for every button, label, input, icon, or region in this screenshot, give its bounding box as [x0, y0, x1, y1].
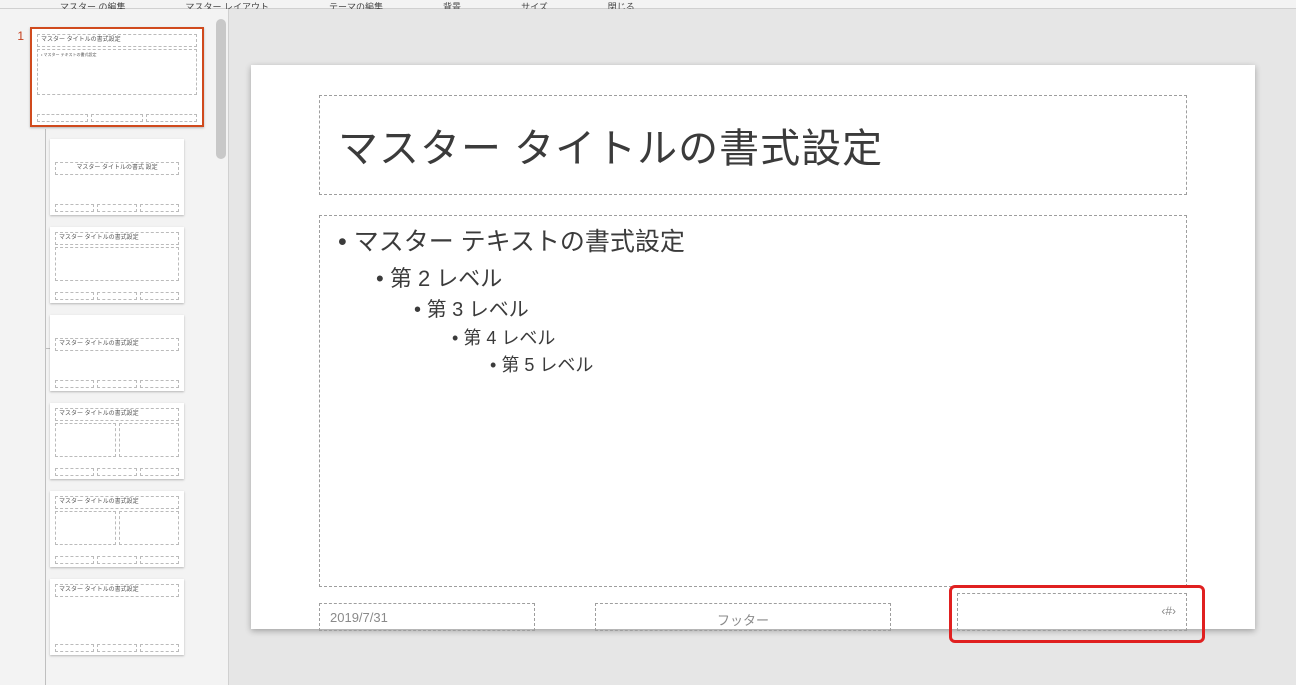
mini-footer-box — [97, 644, 136, 652]
body-level-4: 第 4 レベル — [452, 325, 1168, 352]
footer-placeholder[interactable]: フッター — [595, 603, 891, 631]
mini-footer-box — [140, 644, 179, 652]
layout-thumbnail[interactable]: マスター タイトルの書式設定 — [50, 403, 184, 479]
mini-title: マスター タイトルの書式 設定 — [55, 162, 179, 175]
mini-footer-box — [97, 292, 136, 300]
slide-master-thumbnail[interactable]: マスター タイトルの書式設定 • マスター テキストの書式設定 — [30, 27, 204, 127]
body-level-1: マスター テキストの書式設定 — [338, 224, 1168, 262]
body-level-2: 第 2 レベル — [376, 262, 1168, 295]
mini-col — [119, 423, 180, 457]
date-text: 2019/7/31 — [330, 610, 388, 625]
layout-thumbnail[interactable]: マスター タイトルの書式設定 — [50, 579, 184, 655]
slide-number-placeholder[interactable]: ‹#› — [957, 593, 1187, 631]
mini-footer-box — [146, 114, 197, 122]
slide-editor-area[interactable]: マスター タイトルの書式設定 マスター テキストの書式設定 第 2 レベル 第 … — [229, 9, 1296, 685]
mini-footer-box — [140, 556, 179, 564]
mini-footer-box — [55, 556, 94, 564]
title-placeholder[interactable]: マスター タイトルの書式設定 — [319, 95, 1187, 195]
mini-footer-box — [37, 114, 88, 122]
title-text: マスター タイトルの書式設定 — [338, 116, 883, 174]
layout-thumbnail[interactable]: マスター タイトルの書式設定 — [50, 491, 184, 567]
mini-footer-box — [140, 204, 179, 212]
mini-footer-box — [140, 292, 179, 300]
mini-footer-box — [55, 204, 94, 212]
mini-body — [55, 247, 179, 281]
layout-thumbnail[interactable]: マスター タイトルの書式 設定 — [50, 139, 184, 215]
slide-canvas[interactable]: マスター タイトルの書式設定 マスター テキストの書式設定 第 2 レベル 第 … — [251, 65, 1255, 629]
mini-footer-box — [140, 468, 179, 476]
mini-footer-box — [97, 468, 136, 476]
mini-footer-box — [97, 556, 136, 564]
mini-title: マスター タイトルの書式設定 — [55, 338, 179, 351]
mini-footer-box — [55, 468, 94, 476]
slide-number-text: ‹#› — [1161, 604, 1176, 618]
mini-footer-box — [55, 644, 94, 652]
mini-footer-box — [55, 380, 94, 388]
mini-footer-box — [140, 380, 179, 388]
layout-thumbnail[interactable]: マスター タイトルの書式設定 — [50, 315, 184, 391]
layout-thumbnail[interactable]: マスター タイトルの書式設定 — [50, 227, 184, 303]
mini-footer-box — [55, 292, 94, 300]
body-level-3: 第 3 レベル — [414, 295, 1168, 325]
footer-text: フッター — [717, 613, 769, 628]
mini-title: マスター タイトルの書式設定 — [37, 34, 197, 47]
body-placeholder[interactable]: マスター テキストの書式設定 第 2 レベル 第 3 レベル 第 4 レベル 第… — [319, 215, 1187, 587]
ribbon-group-labels: マスター の編集 マスター レイアウト テーマの編集 背景 サイズ 閉じる — [0, 0, 1296, 9]
date-placeholder[interactable]: 2019/7/31 — [319, 603, 535, 631]
scrollbar-thumb[interactable] — [216, 19, 226, 159]
master-index: 1 — [10, 29, 24, 43]
mini-title: マスター タイトルの書式設定 — [55, 496, 179, 509]
mini-footer-box — [97, 380, 136, 388]
mini-footer-box — [97, 204, 136, 212]
mini-col — [55, 511, 116, 545]
mini-footer-box — [91, 114, 142, 122]
mini-title: マスター タイトルの書式設定 — [55, 408, 179, 421]
mini-col — [119, 511, 180, 545]
slide-master-thumbnail-panel: 1 マスター タイトルの書式設定 • マスター テキストの書式設定 マスター タ — [0, 9, 229, 685]
body-level-5: 第 5 レベル — [490, 352, 1168, 379]
tree-connector — [45, 129, 46, 685]
mini-col — [55, 423, 116, 457]
mini-title: マスター タイトルの書式設定 — [55, 584, 179, 597]
mini-body: • マスター テキストの書式設定 — [37, 49, 197, 95]
mini-title: マスター タイトルの書式設定 — [55, 232, 179, 245]
